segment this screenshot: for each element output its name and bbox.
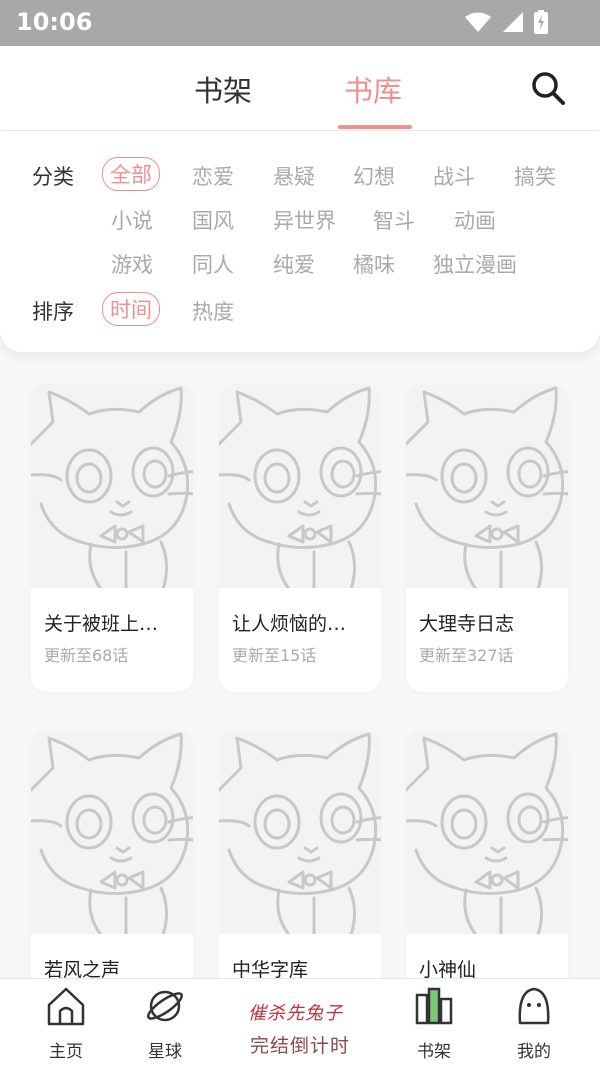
category-chip-mystery[interactable]: 悬疑	[273, 161, 315, 191]
top-bar: 书架 书库	[0, 46, 600, 131]
book-cover-placeholder	[406, 730, 568, 934]
nav-bookshelf[interactable]: 书架	[394, 979, 474, 1067]
category-chip-battle[interactable]: 战斗	[433, 161, 475, 191]
tab-library[interactable]: 书库	[344, 68, 402, 110]
nav-home-label: 主页	[49, 1042, 83, 1062]
book-title: 大理寺日志	[419, 613, 515, 635]
tab-bookshelf[interactable]: 书架	[194, 68, 252, 110]
status-bar: 10:06	[0, 0, 600, 46]
category-chip-all[interactable]: 全部	[102, 157, 160, 191]
search-icon[interactable]	[530, 70, 566, 106]
category-chip-mindgame[interactable]: 智斗	[373, 205, 415, 235]
category-chip-fantasy[interactable]: 幻想	[353, 161, 395, 191]
book-cover-placeholder	[219, 384, 381, 588]
planet-icon	[147, 990, 183, 1022]
promo-banner[interactable]: 催杀先兔子 完结倒计时	[240, 995, 360, 1059]
nav-planet[interactable]: 星球	[125, 979, 205, 1067]
category-chip-isekai[interactable]: 异世界	[273, 205, 336, 235]
signal-icon	[503, 12, 523, 32]
category-chip-yuri[interactable]: 橘味	[353, 249, 395, 279]
nav-home[interactable]: 主页	[26, 979, 106, 1067]
promo-subtitle: 完结倒计时	[250, 1035, 351, 1057]
wifi-icon	[465, 12, 491, 32]
nav-profile[interactable]: 我的	[494, 979, 574, 1067]
bookshelf-icon	[415, 987, 453, 1025]
category-chip-pure-love[interactable]: 纯爱	[273, 249, 315, 279]
profile-icon	[518, 987, 550, 1025]
status-icons	[464, 10, 548, 34]
book-card[interactable]: 大理寺日志 更新至327话	[406, 384, 568, 692]
nav-profile-label: 我的	[517, 1042, 551, 1062]
category-chip-indie-comic[interactable]: 独立漫画	[433, 249, 517, 279]
sort-label: 排序	[32, 300, 74, 324]
book-cover-placeholder	[219, 730, 381, 934]
category-chip-guofeng[interactable]: 国风	[192, 205, 234, 235]
book-update: 更新至327话	[419, 646, 514, 665]
nav-bookshelf-label: 书架	[417, 1042, 451, 1062]
book-card[interactable]: 关于被班上… 更新至68话	[31, 384, 193, 692]
book-update: 更新至68话	[44, 646, 129, 665]
category-chip-animation[interactable]: 动画	[454, 205, 496, 235]
book-update: 更新至15话	[232, 646, 317, 665]
category-label: 分类	[32, 165, 74, 189]
promo-title: 催杀先兔子	[248, 1003, 343, 1024]
book-title: 关于被班上…	[44, 613, 159, 635]
sort-chip-popularity[interactable]: 热度	[192, 296, 234, 326]
category-chip-novel[interactable]: 小说	[111, 205, 153, 235]
book-title: 让人烦恼的…	[232, 613, 347, 635]
nav-planet-label: 星球	[148, 1042, 182, 1062]
filter-panel: 分类 全部 恋爱 悬疑 幻想 战斗 搞笑 小说 国风 异世界 智斗 动画 游戏 …	[0, 131, 600, 352]
category-chip-comedy[interactable]: 搞笑	[514, 161, 556, 191]
category-chip-game[interactable]: 游戏	[111, 249, 153, 279]
book-cover-placeholder	[31, 730, 193, 934]
book-cover-placeholder	[31, 384, 193, 588]
book-cover-placeholder	[406, 384, 568, 588]
battery-icon	[534, 10, 548, 34]
active-tab-indicator	[338, 125, 412, 129]
home-icon	[47, 987, 85, 1026]
sort-chip-time[interactable]: 时间	[102, 292, 160, 326]
book-card[interactable]: 让人烦恼的… 更新至15话	[219, 384, 381, 692]
category-chip-romance[interactable]: 恋爱	[192, 161, 234, 191]
status-time: 10:06	[16, 8, 93, 36]
category-chip-doujin[interactable]: 同人	[192, 249, 234, 279]
